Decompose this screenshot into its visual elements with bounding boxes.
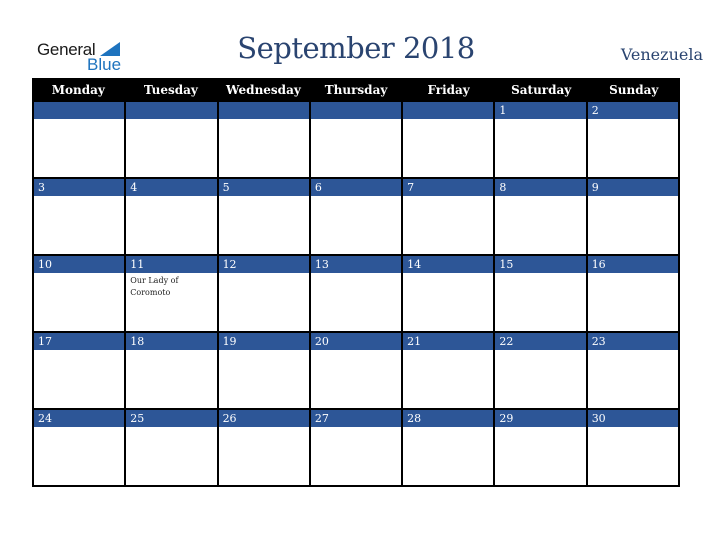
day-number: 30 (587, 410, 678, 427)
day-cell[interactable]: 18 (124, 333, 217, 410)
day-number: 4 (126, 179, 217, 196)
day-cell[interactable]: 9 (585, 179, 680, 256)
day-cell[interactable]: 29 (493, 410, 586, 487)
day-number: 26 (218, 410, 309, 427)
day-cell[interactable] (308, 102, 402, 179)
weekday-friday: Friday (427, 83, 470, 97)
day-cell[interactable]: 1 (493, 102, 586, 179)
day-number: 11 (126, 256, 217, 273)
day-cell[interactable]: 20 (308, 333, 402, 410)
day-number: 10 (34, 256, 125, 273)
day-cell[interactable]: 16 (585, 256, 680, 333)
day-cell[interactable]: 30 (585, 410, 680, 487)
day-cell[interactable]: 19 (216, 333, 309, 410)
day-cell[interactable] (216, 102, 309, 179)
day-number (218, 102, 309, 119)
day-cell[interactable]: 15 (493, 256, 586, 333)
week-row: 12 (32, 102, 680, 179)
day-cell[interactable]: 21 (401, 333, 494, 410)
day-number: 22 (495, 333, 586, 350)
day-number: 18 (126, 333, 217, 350)
day-cell[interactable] (124, 102, 217, 179)
weekday-tuesday: Tuesday (143, 83, 198, 97)
day-number: 27 (310, 410, 402, 427)
day-cell[interactable]: 23 (585, 333, 680, 410)
day-number: 6 (310, 179, 402, 196)
day-cell[interactable]: 3 (32, 179, 125, 256)
calendar-title: September 2018 (237, 31, 475, 65)
day-number: 25 (126, 410, 217, 427)
day-cell[interactable]: 22 (493, 333, 586, 410)
day-number (126, 102, 217, 119)
day-cell[interactable]: 12 (216, 256, 309, 333)
day-number (310, 102, 402, 119)
weekday-sunday: Sunday (609, 83, 659, 97)
day-number: 21 (403, 333, 494, 350)
weekday-wednesday: Wednesday (226, 83, 301, 97)
day-number: 3 (34, 179, 125, 196)
weeks-container: 1 2 3 4 5 6 7 8 9 10 11 Our Lady of Coromoto 12 13 14 1… (32, 102, 680, 487)
day-cell[interactable]: 26 (216, 410, 309, 487)
day-number: 16 (587, 256, 678, 273)
day-cell[interactable]: 4 (124, 179, 217, 256)
day-cell[interactable]: 13 (308, 256, 402, 333)
day-cell[interactable]: 5 (216, 179, 309, 256)
day-number: 20 (310, 333, 402, 350)
calendar-grid: Monday Tuesday Wednesday Thursday Friday Satu… (32, 78, 680, 487)
day-cell[interactable]: 24 (32, 410, 125, 487)
weekday-header-row: Monday Tuesday Wednesday Thursday Friday Satu… (32, 78, 680, 102)
weekday-monday: Monday (51, 83, 105, 97)
day-cell[interactable]: 2 (585, 102, 680, 179)
day-cell[interactable]: 14 (401, 256, 494, 333)
day-cell[interactable]: 10 (32, 256, 125, 333)
day-cell[interactable] (401, 102, 494, 179)
day-cell[interactable]: 28 (401, 410, 494, 487)
day-number (403, 102, 494, 119)
weekday-saturday: Saturday (511, 83, 572, 97)
day-cell[interactable]: 8 (493, 179, 586, 256)
country-label: Venezuela (620, 45, 703, 64)
day-number: 5 (218, 179, 309, 196)
week-row: 10 11 Our Lady of Coromoto 12 13 14 15 16 (32, 256, 680, 333)
day-cell[interactable] (32, 102, 125, 179)
day-number: 15 (495, 256, 586, 273)
day-cell[interactable]: 17 (32, 333, 125, 410)
day-number: 2 (587, 102, 678, 119)
day-number: 9 (587, 179, 678, 196)
day-number: 8 (495, 179, 586, 196)
day-number: 19 (218, 333, 309, 350)
holiday-event: Our Lady of Coromoto (130, 276, 179, 297)
day-cell[interactable]: 7 (401, 179, 494, 256)
week-row: 24 25 26 27 28 29 30 (32, 410, 680, 487)
day-cell[interactable]: 27 (308, 410, 402, 487)
day-cell[interactable]: 25 (124, 410, 217, 487)
day-number: 24 (34, 410, 125, 427)
day-number: 1 (495, 102, 586, 119)
week-row: 17 18 19 20 21 22 23 (32, 333, 680, 410)
day-number: 23 (587, 333, 678, 350)
day-number: 14 (403, 256, 494, 273)
day-cell[interactable]: 11 Our Lady of Coromoto (124, 256, 217, 333)
day-number: 7 (403, 179, 494, 196)
day-number: 28 (403, 410, 494, 427)
day-cell[interactable]: 6 (308, 179, 402, 256)
week-row: 3456789 (32, 179, 680, 256)
day-number: 12 (218, 256, 309, 273)
day-number (34, 102, 125, 119)
day-number: 29 (495, 410, 586, 427)
day-number: 17 (34, 333, 125, 350)
weekday-thursday: Thursday (324, 83, 388, 97)
day-number: 13 (310, 256, 402, 273)
